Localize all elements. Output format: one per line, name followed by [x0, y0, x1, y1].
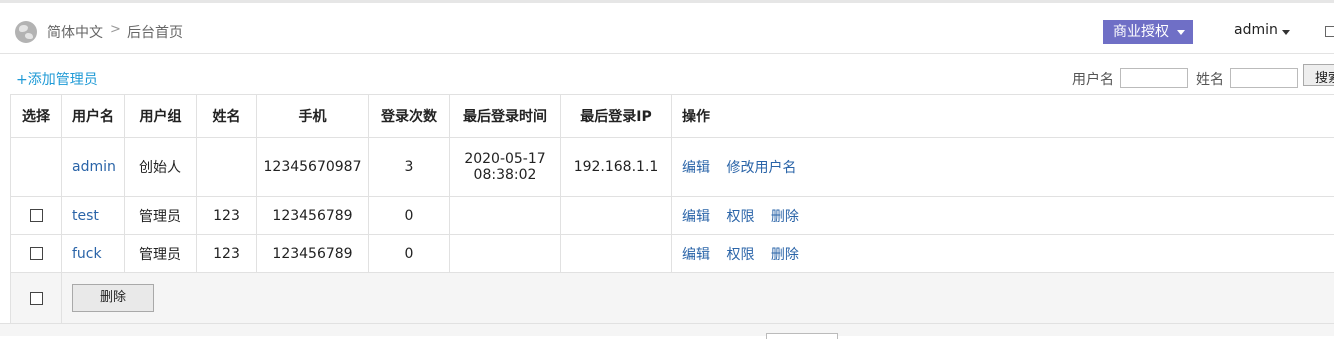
group-cell: 管理员: [125, 235, 197, 273]
column-header-select: 选择: [11, 95, 62, 138]
name-cell: 123: [197, 197, 257, 235]
last-ip-cell: [561, 197, 672, 235]
login-count-cell: 0: [369, 197, 450, 235]
rename-username-link[interactable]: 修改用户名: [726, 160, 796, 176]
phone-cell: 123456789: [257, 197, 369, 235]
last-ip-cell: 192.168.1.1: [561, 138, 672, 197]
column-header-phone: 手机: [257, 95, 369, 138]
row-checkbox[interactable]: [30, 209, 43, 222]
login-count-cell: 0: [369, 235, 450, 273]
permissions-link[interactable]: 权限: [726, 209, 754, 225]
edit-link[interactable]: 编辑: [682, 209, 710, 225]
bulk-action-cell: 删除: [62, 273, 1334, 324]
table-header-row: 选择 用户名 用户组 姓名 手机 登录次数 最后登录时间 最后登录IP 操作: [11, 95, 1334, 138]
select-cell: [11, 197, 62, 235]
phone-cell: 123456789: [257, 235, 369, 273]
group-cell: 管理员: [125, 197, 197, 235]
top-header: 简体中文 > 后台首页 商业授权 admin: [0, 0, 1334, 54]
delete-link[interactable]: 删除: [771, 247, 799, 263]
column-header-name: 姓名: [197, 95, 257, 138]
name-cell: [197, 138, 257, 197]
username-link[interactable]: fuck: [72, 246, 102, 262]
name-filter-input[interactable]: [1230, 68, 1298, 88]
last-login-clock: 08:38:02: [450, 167, 560, 183]
select-cell: [11, 235, 62, 273]
breadcrumb-home[interactable]: 后台首页: [127, 22, 183, 42]
username-filter-label: 用户名: [1072, 69, 1114, 89]
globe-icon: [15, 21, 37, 43]
pagination-control[interactable]: [766, 333, 838, 339]
last-login-time-cell: [450, 197, 561, 235]
column-header-last-login-ip: 最后登录IP: [561, 95, 672, 138]
chevron-down-icon[interactable]: [1282, 30, 1290, 35]
user-menu[interactable]: admin: [1234, 22, 1278, 38]
permissions-link[interactable]: 权限: [726, 247, 754, 263]
select-all-checkbox[interactable]: [30, 292, 43, 305]
add-admin-link[interactable]: +添加管理员: [16, 69, 98, 89]
edit-link[interactable]: 编辑: [682, 247, 710, 263]
name-filter-label: 姓名: [1196, 69, 1224, 89]
breadcrumb-separator: >: [110, 22, 121, 37]
chevron-down-icon: [1177, 30, 1185, 35]
last-login-time-cell: 2020-05-17 08:38:02: [450, 138, 561, 197]
edit-link[interactable]: 编辑: [682, 160, 710, 176]
admin-table: 选择 用户名 用户组 姓名 手机 登录次数 最后登录时间 最后登录IP 操作 a…: [10, 94, 1334, 324]
name-cell: 123: [197, 235, 257, 273]
bulk-delete-button[interactable]: 删除: [72, 284, 154, 312]
last-ip-cell: [561, 235, 672, 273]
username-filter-input[interactable]: [1120, 68, 1188, 88]
table-row: admin 创始人 12345670987 3 2020-05-17 08:38…: [11, 138, 1334, 197]
group-cell: 创始人: [125, 138, 197, 197]
table-footer-row: 删除: [11, 273, 1334, 324]
column-header-group: 用户组: [125, 95, 197, 138]
table-row: fuck 管理员 123 123456789 0 编辑 权限 删除: [11, 235, 1334, 273]
table-row: test 管理员 123 123456789 0 编辑 权限 删除: [11, 197, 1334, 235]
column-header-login-count: 登录次数: [369, 95, 450, 138]
username-link[interactable]: admin: [72, 159, 116, 175]
column-header-actions: 操作: [672, 95, 1334, 138]
phone-cell: 12345670987: [257, 138, 369, 197]
select-cell: [11, 138, 62, 197]
language-switch[interactable]: 简体中文: [47, 22, 103, 42]
mail-icon[interactable]: [1325, 26, 1334, 37]
actions-cell: 编辑 权限 删除: [672, 235, 1334, 273]
row-checkbox[interactable]: [30, 247, 43, 260]
last-login-time-cell: [450, 235, 561, 273]
select-all-cell: [11, 273, 62, 324]
username-link[interactable]: test: [72, 208, 99, 224]
login-count-cell: 3: [369, 138, 450, 197]
last-login-date: 2020-05-17: [450, 151, 560, 167]
actions-cell: 编辑 权限 删除: [672, 197, 1334, 235]
license-button-label: 商业授权: [1113, 24, 1169, 40]
column-header-last-login-time: 最后登录时间: [450, 95, 561, 138]
delete-link[interactable]: 删除: [771, 209, 799, 225]
search-button[interactable]: 搜索: [1303, 64, 1334, 86]
actions-cell: 编辑 修改用户名: [672, 138, 1334, 197]
column-header-username: 用户名: [62, 95, 125, 138]
pagination-bar: [0, 323, 1334, 336]
